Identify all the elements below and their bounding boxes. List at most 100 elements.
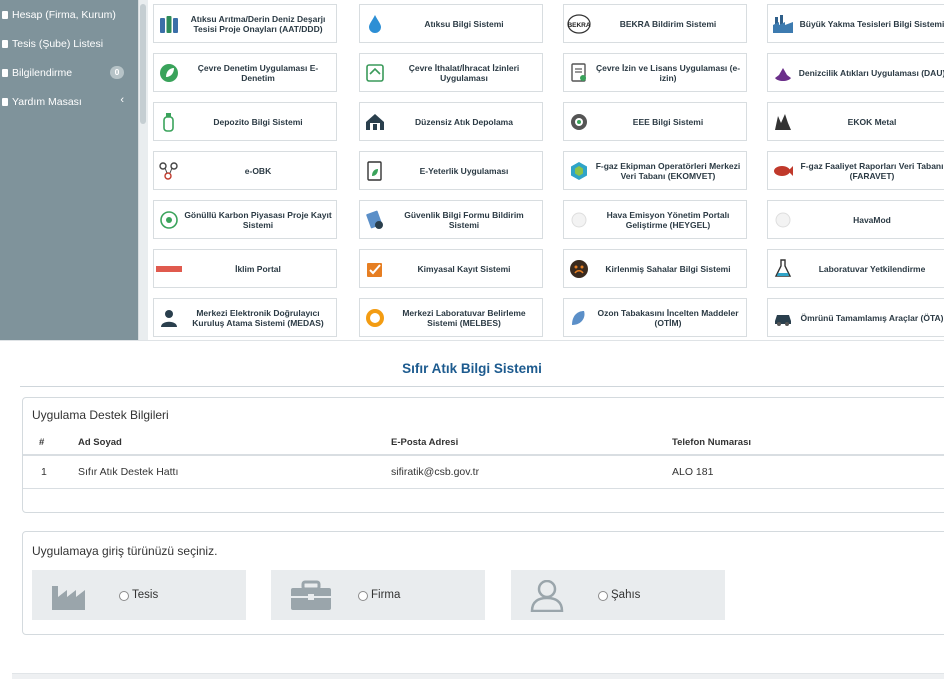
app-tile-label: Gönüllü Karbon Piyasası Proje Kayıt Sist… (184, 209, 332, 230)
app-tile[interactable]: İklim Portal (153, 249, 337, 288)
app-tile-label: Merkezi Laboratuvar Belirleme Sistemi (M… (402, 307, 526, 328)
svg-text:BEKRA: BEKRA (567, 22, 590, 29)
sidebar-item-notifications[interactable]: Bilgilendirme 0 (0, 58, 138, 87)
briefcase-icon (291, 580, 331, 610)
radio-person[interactable] (598, 591, 608, 601)
app-tile[interactable]: EEE Bilgi Sistemi (563, 102, 747, 141)
app-tile[interactable]: Atıksu Bilgi Sistemi (359, 4, 543, 43)
ship-anchor-icon (768, 58, 798, 88)
app-tile[interactable]: Denizcilik Atıkları Uygulaması (DAU) (767, 53, 944, 92)
info-icon (2, 68, 8, 77)
support-table: # Ad Soyad E-Posta Adresi Telefon Numara… (23, 431, 944, 489)
sidebar-item-helpdesk[interactable]: Yardım Masası ‹ (0, 87, 138, 116)
electronics-icon (564, 107, 594, 137)
app-tile[interactable]: Büyük Yakma Tesisleri Bilgi Sistemi (767, 4, 944, 43)
water-drop-icon (360, 9, 390, 39)
app-tile[interactable]: Kimyasal Kayıt Sistemi (359, 249, 543, 288)
entry-option-label: Şahıs (611, 589, 641, 601)
factory-icon (768, 9, 798, 39)
app-tile[interactable]: BEKRA BEKRA Bildirim Sistemi (563, 4, 747, 43)
bottles-icon (154, 9, 184, 39)
cell-number: 1 (23, 455, 78, 489)
app-tile[interactable]: Hava Emisyon Yönetim Portalı Geliştirme … (563, 200, 747, 239)
app-tile-label: Hava Emisyon Yönetim Portalı Geliştirme … (606, 209, 730, 230)
app-tile[interactable]: Ömrünü Tamamlamış Araçlar (ÖTA) (767, 298, 944, 337)
sidebar-item-label: Bilgilendirme (12, 66, 73, 79)
climate-portal-icon (154, 254, 184, 284)
entry-option-facility[interactable]: Tesis (32, 570, 246, 620)
app-tile[interactable]: Çevre İthalat/İhracat İzinleri Uygulamas… (359, 53, 543, 92)
cell-phone: ALO 181 (672, 455, 944, 489)
app-tile[interactable]: Merkezi Elektronik Doğrulayıcı Kuruluş A… (153, 298, 337, 337)
sidebar-item-account[interactable]: Hesap (Firma, Kurum) (0, 0, 138, 29)
help-icon (2, 97, 8, 106)
app-tile[interactable]: Düzensiz Atık Depolama (359, 102, 543, 141)
entry-option-company[interactable]: Firma (271, 570, 485, 620)
molecule-icon (154, 156, 184, 186)
havamod-icon (768, 205, 798, 235)
column-header-number: # (23, 431, 78, 456)
app-tile[interactable]: Kirlenmiş Sahalar Bilgi Sistemi (563, 249, 747, 288)
cell-name: Sıfır Atık Destek Hattı (78, 455, 391, 489)
support-info-panel: Uygulama Destek Bilgileri # Ad Soyad E-P… (22, 397, 944, 513)
app-tile[interactable]: Güvenlik Bilgi Formu Bildirim Sistemi (359, 200, 543, 239)
app-tile-label: Kirlenmiş Sahalar Bilgi Sistemi (605, 263, 731, 274)
account-icon (2, 10, 8, 19)
app-tile[interactable]: HavaMod (767, 200, 944, 239)
safety-form-icon (360, 205, 390, 235)
metal-icon (768, 107, 798, 137)
column-header-email: E-Posta Adresi (391, 431, 672, 456)
hexagon-icon (564, 156, 594, 186)
sidebar-item-facility-list[interactable]: Tesis (Şube) Listesi (0, 29, 138, 58)
table-header-row: # Ad Soyad E-Posta Adresi Telefon Numara… (23, 431, 944, 456)
app-tile[interactable]: Gönüllü Karbon Piyasası Proje Kayıt Sist… (153, 200, 337, 239)
document-leaf-icon (360, 156, 390, 186)
bekra-logo-icon: BEKRA (564, 9, 594, 39)
main-content: Sıfır Atık Bilgi Sistemi Uygulama Destek… (0, 340, 944, 679)
import-export-icon (360, 58, 390, 88)
app-tile[interactable]: e-OBK (153, 151, 337, 190)
app-tile-label: Atıksu Bilgi Sistemi (424, 18, 504, 29)
app-tile[interactable]: Çevre İzin ve Lisans Uygulaması (e-izin) (563, 53, 747, 92)
scrollbar-thumb[interactable] (140, 4, 146, 124)
sidebar: Hesap (Firma, Kurum) Tesis (Şube) Listes… (0, 0, 138, 340)
app-tile[interactable]: Depozito Bilgi Sistemi (153, 102, 337, 141)
radio-facility[interactable] (119, 591, 129, 601)
app-tile-label: Ömrünü Tamamlamış Araçlar (ÖTA) (800, 312, 944, 323)
app-tile-label: Çevre İthalat/İhracat İzinleri Uygulamas… (408, 62, 520, 83)
radio-company[interactable] (358, 591, 368, 601)
app-tile-label: HavaMod (853, 214, 891, 225)
app-tile[interactable]: F-gaz Ekipman Operatörleri Merkezi Veri … (563, 151, 747, 190)
app-tile-label: Kimyasal Kayıt Sistemi (417, 263, 511, 274)
app-tile-label: Düzensiz Atık Depolama (415, 116, 513, 127)
app-tile[interactable]: Merkezi Laboratuvar Belirleme Sistemi (M… (359, 298, 543, 337)
chevron-left-icon[interactable]: ‹ (120, 94, 124, 106)
app-tile[interactable]: Atıksu Arıtma/Derin Deniz Deşarjı Tesisi… (153, 4, 337, 43)
app-tile-label: İklim Portal (235, 263, 281, 274)
app-tile[interactable]: Ozon Tabakasını İncelten Maddeler (OTİM) (563, 298, 747, 337)
sidebar-item-label: Tesis (Şube) Listesi (12, 37, 104, 50)
app-tile-label: Laboratuvar Yetkilendirme (818, 263, 926, 274)
list-icon (2, 39, 8, 48)
person-screen-icon (154, 303, 184, 333)
app-tile-label: EEE Bilgi Sistemi (632, 116, 704, 127)
column-header-phone: Telefon Numarası (672, 431, 944, 456)
page-title: Sıfır Atık Bilgi Sistemi (402, 361, 542, 376)
house-icon (360, 107, 390, 137)
entry-option-person[interactable]: Şahıs (511, 570, 725, 620)
lab-sun-icon (360, 303, 390, 333)
title-divider (20, 386, 944, 387)
app-tile-label: E-Yeterlik Uygulaması (419, 165, 509, 176)
app-tile-label: Denizcilik Atıkları Uygulaması (DAU) (798, 67, 944, 78)
app-tile[interactable]: Çevre Denetim Uygulaması E-Denetim (153, 53, 337, 92)
polluted-site-icon (564, 254, 594, 284)
app-tile[interactable]: Laboratuvar Yetkilendirme (767, 249, 944, 288)
table-row: 1 Sıfır Atık Destek Hattı sifiratik@csb.… (23, 455, 944, 489)
notification-count-badge: 0 (110, 66, 124, 79)
app-tile[interactable]: F-gaz Faaliyet Raporları Veri Tabanı (FA… (767, 151, 944, 190)
flask-icon (768, 254, 798, 284)
app-tile[interactable]: EKOK Metal (767, 102, 944, 141)
app-tile[interactable]: E-Yeterlik Uygulaması (359, 151, 543, 190)
factory-silhouette-icon (52, 586, 85, 610)
footer-divider (12, 673, 944, 679)
